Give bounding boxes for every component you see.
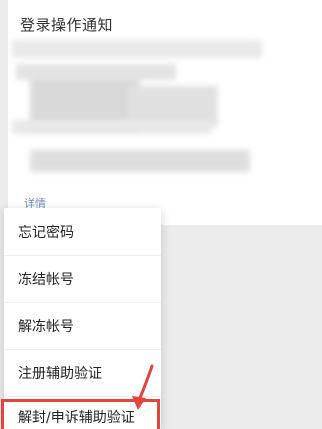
menu-item-forgot-password[interactable]: 忘记密码 (4, 208, 161, 256)
blurred-content (12, 40, 262, 58)
menu-item-unfreeze-account[interactable]: 解冻帐号 (4, 303, 161, 350)
login-notice-card[interactable]: 登录操作通知 详情 (8, 0, 322, 225)
blurred-content (30, 150, 250, 172)
menu-item-freeze-account[interactable]: 冻结帐号 (4, 256, 161, 303)
screen: 登录操作通知 详情 忘记密码 冻结帐号 解冻帐号 注册辅助验证 解封/申诉辅助验… (0, 0, 322, 429)
red-arrow-icon (132, 364, 154, 410)
menu-item-label: 解冻帐号 (18, 319, 74, 335)
menu-item-label: 冻结帐号 (18, 272, 74, 288)
menu-item-label: 注册辅助验证 (18, 366, 102, 382)
notice-title: 登录操作通知 (20, 16, 114, 34)
menu-item-label: 忘记密码 (18, 224, 74, 241)
blurred-content (12, 120, 212, 134)
